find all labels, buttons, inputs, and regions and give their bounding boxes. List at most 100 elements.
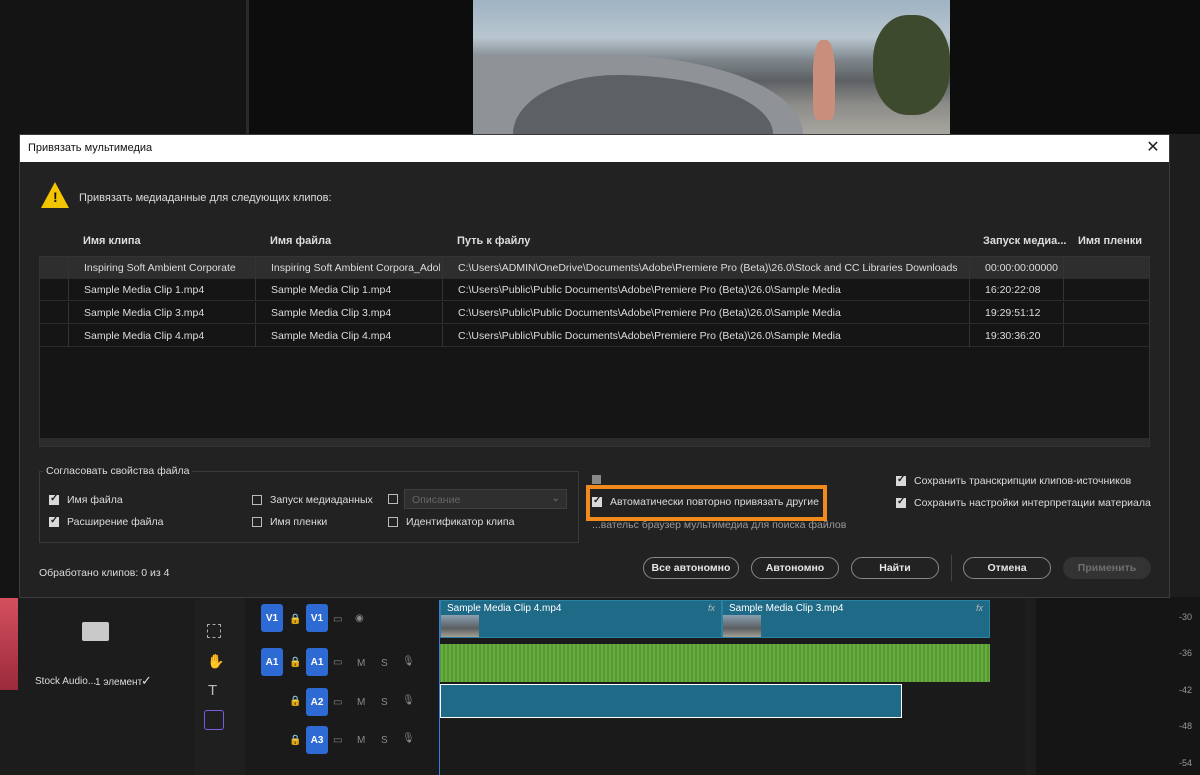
mic-icon[interactable]: 🎙 <box>402 656 415 667</box>
column-header-clip-name[interactable]: Имя клипа <box>83 235 141 247</box>
video-clip-4[interactable]: Sample Media Clip 4.mp4 fx <box>440 600 722 638</box>
type-tool-icon[interactable]: T <box>208 682 217 699</box>
dialog-title: Привязать мультимедиа <box>28 142 153 154</box>
meter-label: -42 <box>1178 685 1192 695</box>
table-row[interactable]: Inspiring Soft Ambient Corporate Inspiri… <box>40 257 1149 279</box>
cell-clip: Inspiring Soft Ambient Corporate <box>84 262 236 274</box>
hand-tool-icon[interactable]: ✋ <box>207 653 224 670</box>
bin-count: 1 элемент <box>95 677 143 688</box>
folder-icon[interactable] <box>82 622 109 641</box>
checkbox-clip-id[interactable]: Идентификатор клипа <box>388 516 514 528</box>
button-separator <box>951 555 952 581</box>
checkbox-hidden-top[interactable] <box>592 475 601 484</box>
lock-icon[interactable]: 🔒 <box>289 657 301 668</box>
cell-path: C:\Users\Public\Public Documents\Adobe\P… <box>458 330 841 342</box>
horizontal-scrollbar[interactable] <box>40 438 1149 446</box>
program-monitor-video <box>473 0 950 134</box>
description-dropdown[interactable]: Описание ⌄ <box>404 489 567 509</box>
dialog-message: Привязать медиаданные для следующих клип… <box>79 192 332 204</box>
fx-badge: fx <box>975 603 983 613</box>
offline-all-button[interactable]: Все автономно <box>643 557 739 579</box>
table-row[interactable]: Sample Media Clip 4.mp4 Sample Media Cli… <box>40 325 1149 347</box>
sync-lock-icon[interactable]: ▭ <box>333 735 342 746</box>
track-target-a2[interactable]: A2 <box>306 688 328 716</box>
column-header-file-path[interactable]: Путь к файлу <box>457 235 530 247</box>
cell-path: C:\Users\Public\Public Documents\Adobe\P… <box>458 284 841 296</box>
meter-label: -36 <box>1178 648 1192 658</box>
audio-clip-a1[interactable] <box>440 644 990 682</box>
checkbox-tape-name[interactable]: Имя пленки <box>252 516 327 528</box>
checkbox-media-start[interactable]: Запуск медиаданных <box>252 494 373 506</box>
checkbox-keep-transcripts[interactable]: Сохранить транскрипции клипов-источников <box>896 474 1131 487</box>
table-row[interactable]: Sample Media Clip 3.mp4 Sample Media Cli… <box>40 302 1149 324</box>
cell-path: C:\Users\ADMIN\OneDrive\Documents\Adobe\… <box>458 262 958 274</box>
mic-icon[interactable]: 🎙 <box>402 695 415 706</box>
eye-icon[interactable]: ◉ <box>355 613 364 624</box>
checkbox-keep-interpretation[interactable]: Сохранить настройки интерпретации матери… <box>896 496 1151 509</box>
warning-icon: ! <box>41 182 69 208</box>
chevron-down-icon: ⌄ <box>551 493 560 504</box>
mute-button[interactable]: M <box>357 697 365 708</box>
cancel-button[interactable]: Отмена <box>963 557 1051 579</box>
column-header-tape-name[interactable]: Имя пленки <box>1078 235 1142 247</box>
checkbox-file-extension[interactable]: Расширение файла <box>49 515 163 528</box>
clip-thumbnail <box>723 615 761 637</box>
cell-path: C:\Users\Public\Public Documents\Adobe\P… <box>458 307 841 319</box>
offline-button[interactable]: Автономно <box>751 557 839 579</box>
close-icon[interactable]: ✕ <box>1143 138 1163 158</box>
group-title: Согласовать свойства файла <box>43 465 193 477</box>
clip-label: Sample Media Clip 4.mp4 <box>447 603 562 614</box>
track-source-a1[interactable]: A1 <box>261 648 283 676</box>
dialog-titlebar: Привязать мультимедиа ✕ <box>20 135 1169 162</box>
meter-label: -54 <box>1178 758 1192 768</box>
sync-lock-icon[interactable]: ▭ <box>333 657 342 668</box>
solo-button[interactable]: S <box>381 697 388 708</box>
bin-name[interactable]: Stock Audio... <box>35 676 96 687</box>
mute-button[interactable]: M <box>357 735 365 746</box>
cell-start: 16:20:22:08 <box>985 284 1041 296</box>
cell-clip: Sample Media Clip 3.mp4 <box>84 307 205 319</box>
relink-media-dialog: Привязать мультимедиа ✕ ! Привязать меди… <box>19 134 1170 598</box>
sync-lock-icon[interactable]: ▭ <box>333 614 342 625</box>
meter-label: -30 <box>1178 612 1192 622</box>
project-thumb-pink[interactable] <box>0 598 18 690</box>
video-clip-3[interactable]: Sample Media Clip 3.mp4 fx <box>722 600 990 638</box>
checkbox-file-name[interactable]: Имя файла <box>49 493 123 506</box>
track-source-v1[interactable]: V1 <box>261 604 283 632</box>
column-header-media-start[interactable]: Запуск медиа... <box>983 235 1066 247</box>
track-target-a1[interactable]: A1 <box>306 648 328 676</box>
sync-lock-icon[interactable]: ▭ <box>333 697 342 708</box>
cell-clip: Sample Media Clip 1.mp4 <box>84 284 205 296</box>
apply-button[interactable]: Применить <box>1063 557 1151 579</box>
cell-clip: Sample Media Clip 4.mp4 <box>84 330 205 342</box>
track-target-a3[interactable]: A3 <box>306 726 328 754</box>
lock-icon[interactable]: 🔒 <box>289 735 301 746</box>
mute-button[interactable]: M <box>357 658 365 669</box>
orange-highlight-box <box>586 485 827 521</box>
clips-table: Inspiring Soft Ambient Corporate Inspiri… <box>39 256 1150 447</box>
track-target-v1[interactable]: V1 <box>306 604 328 632</box>
processed-status: Обработано клипов: 0 из 4 <box>39 567 170 579</box>
mic-icon[interactable]: 🎙 <box>402 733 415 744</box>
cell-start: 00:00:00:00000 <box>985 262 1058 274</box>
clip-label: Sample Media Clip 3.mp4 <box>729 603 844 614</box>
clip-thumbnail <box>441 615 479 637</box>
track-select-tool-icon[interactable] <box>207 624 221 638</box>
lock-icon[interactable]: 🔒 <box>289 696 301 707</box>
solo-button[interactable]: S <box>381 735 388 746</box>
generative-extend-tool-icon[interactable] <box>204 710 224 730</box>
solo-button[interactable]: S <box>381 658 388 669</box>
column-header-file-name[interactable]: Имя файла <box>270 235 331 247</box>
check-icon: ✓ <box>141 673 152 688</box>
find-button[interactable]: Найти <box>851 557 939 579</box>
cell-start: 19:30:36:20 <box>985 330 1041 342</box>
cell-file: Inspiring Soft Ambient Corpora_Adobe <box>271 262 440 274</box>
fx-badge: fx <box>707 603 715 613</box>
cell-file: Sample Media Clip 3.mp4 <box>271 307 392 319</box>
meter-label: -48 <box>1178 721 1192 731</box>
cell-file: Sample Media Clip 1.mp4 <box>271 284 392 296</box>
table-row[interactable]: Sample Media Clip 1.mp4 Sample Media Cli… <box>40 279 1149 301</box>
lock-icon[interactable]: 🔒 <box>289 614 301 625</box>
audio-meter <box>1036 597 1200 775</box>
audio-clip-a2[interactable] <box>440 684 902 718</box>
